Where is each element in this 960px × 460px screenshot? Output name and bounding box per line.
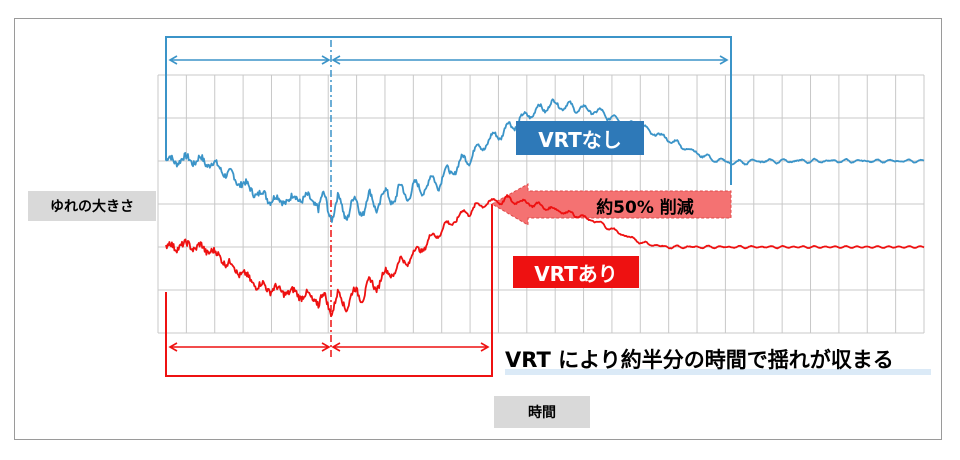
chart-svg	[157, 36, 925, 377]
label-with-vrt: VRTあり	[513, 256, 639, 288]
span-arrow-blue-1	[168, 55, 331, 65]
span-arrow-red-1	[168, 342, 331, 352]
span-arrow-red-2	[331, 342, 490, 352]
span-arrow-blue-2	[331, 55, 729, 65]
reduction-annotation: 約50% 削減	[596, 197, 694, 218]
label-without-vrt: VRTなし	[516, 121, 644, 155]
summary-caption: VRT により約半分の時間で揺れが収まる	[505, 348, 894, 372]
x-axis-label: 時間	[494, 396, 590, 428]
y-axis-label: ゆれの大きさ	[28, 191, 156, 221]
